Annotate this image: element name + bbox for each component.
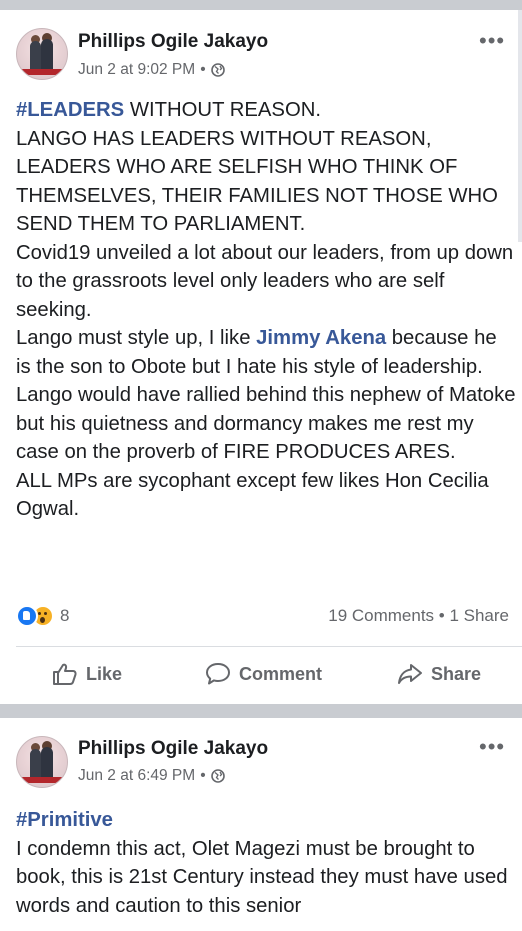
hashtag-link[interactable]: #LEADERS [16,99,124,121]
post-body: #Primitive I condemn this act, Olet Mage… [16,806,516,920]
post-meta: Jun 2 at 6:49 PM • [78,767,225,785]
like-reaction-icon [16,605,38,627]
globe-icon [210,63,225,77]
post-paragraph: LANGO HAS LEADERS WITHOUT REASON, LEADER… [16,127,498,236]
actions-divider [16,646,522,647]
post-card-2: Phillips Ogile Jakayo Jun 2 at 6:49 PM •… [0,718,522,931]
post-paragraph: I condemn this act, Olet Magezi must be … [16,837,508,917]
like-button[interactable]: Like [52,651,122,697]
share-button[interactable]: Share [397,651,481,697]
feed-separator [0,704,522,718]
meta-dot: • [200,61,206,78]
post-meta: Jun 2 at 9:02 PM • [78,61,225,79]
post-card-1: Phillips Ogile Jakayo Jun 2 at 9:02 PM •… [0,10,522,704]
post-paragraph: ALL MPs are sycophant except few likes H… [16,469,489,521]
post-actions: Like Comment Share [0,651,522,697]
post-line-1: #LEADERS WITHOUT REASON. [16,99,322,121]
more-options-icon[interactable]: ••• [479,30,505,52]
comments-shares-count[interactable]: 19 Comments • 1 Share [328,606,509,626]
share-arrow-icon [398,664,422,684]
post-paragraph: Lango would have rallied behind this nep… [16,384,516,463]
post-time[interactable]: Jun 2 at 6:49 PM [78,767,195,785]
author-name[interactable]: Phillips Ogile Jakayo [78,738,268,760]
like-thumb-icon [53,663,77,685]
post-paragraph: Lango must style up, I like Jimmy Akena … [16,327,497,378]
globe-icon [210,769,225,783]
comment-button[interactable]: Comment [205,651,322,697]
post-body: #LEADERS WITHOUT REASON. LANGO HAS LEADE… [16,96,516,524]
post-paragraph: Covid19 unveiled a lot about our leaders… [16,241,514,321]
hashtag-link[interactable]: #Primitive [16,809,113,831]
reaction-count: 8 [60,606,70,625]
reactions-summary[interactable]: 8 [16,605,69,627]
mention-link[interactable]: Jimmy Akena [256,327,386,349]
avatar[interactable] [16,736,68,788]
post-stats: 8 19 Comments • 1 Share [0,605,522,635]
post-line-1: #Primitive [16,806,516,835]
post-time[interactable]: Jun 2 at 9:02 PM [78,61,195,79]
meta-dot: • [200,767,206,784]
avatar[interactable] [16,28,68,80]
scrollbar-thumb[interactable] [518,10,522,242]
author-name[interactable]: Phillips Ogile Jakayo [78,31,268,53]
comment-bubble-icon [206,663,230,685]
feed-separator-top [0,0,522,10]
more-options-icon[interactable]: ••• [479,736,505,758]
